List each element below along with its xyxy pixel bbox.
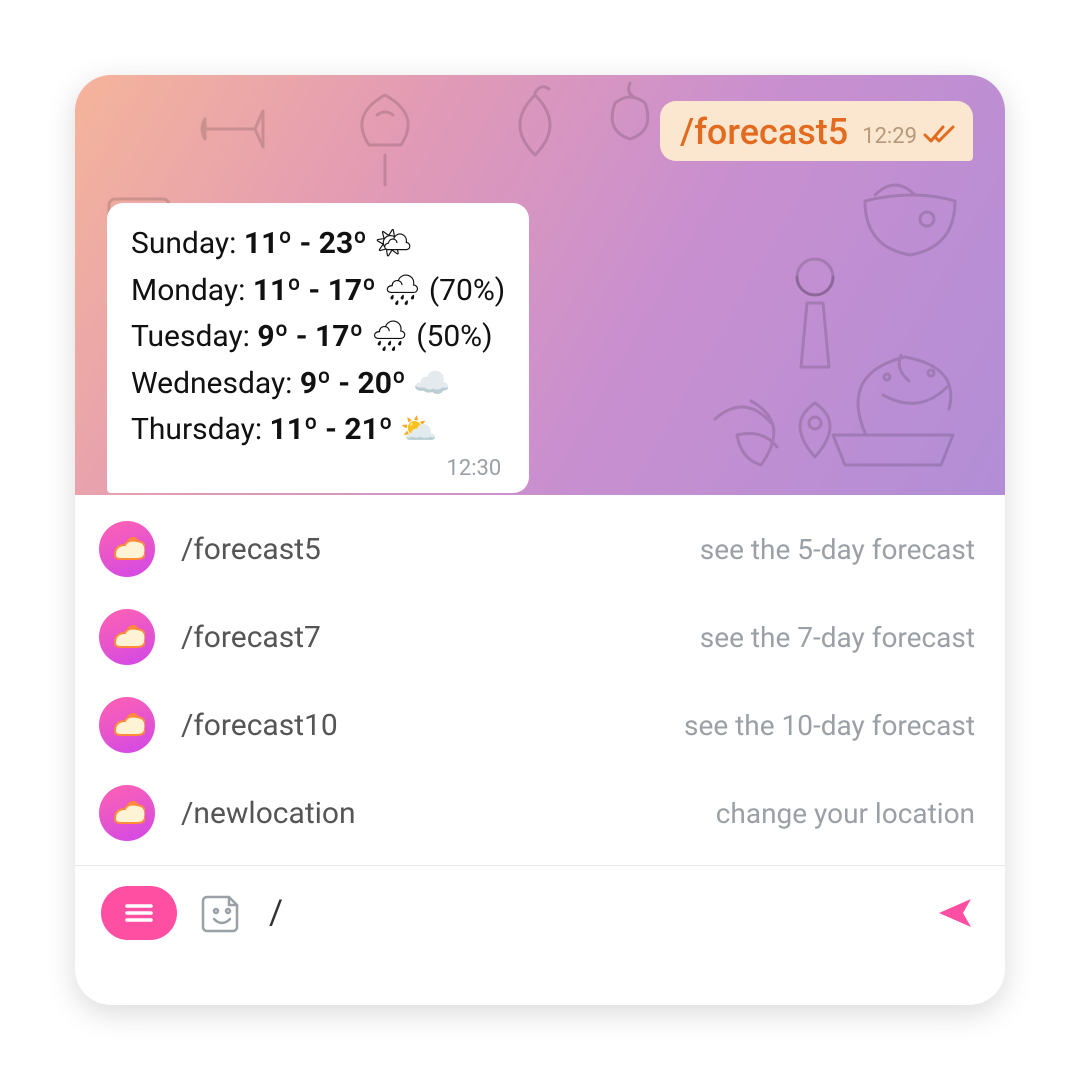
outgoing-time: 12:29 [862, 124, 917, 149]
message-input[interactable]: / [265, 893, 911, 933]
command-suggestions: /forecast5 see the 5-day forecast /forec… [75, 495, 1005, 866]
command-item-forecast10[interactable]: /forecast10 see the 10-day forecast [75, 681, 1005, 769]
bot-avatar-icon [99, 609, 155, 665]
bot-menu-button[interactable] [101, 886, 177, 940]
command-item-newlocation[interactable]: /newlocation change your location [75, 769, 1005, 857]
command-item-forecast7[interactable]: /forecast7 see the 7-day forecast [75, 593, 1005, 681]
command-label: /newlocation [181, 796, 356, 831]
command-label: /forecast7 [181, 620, 321, 655]
command-desc: see the 10-day forecast [684, 709, 975, 742]
incoming-time: 12:30 [131, 456, 505, 481]
forecast-text: Sunday: 11º - 23º 🌤 Monday: 11º - 17º 🌧 … [131, 221, 505, 454]
messages-area: /forecast5 12:29 Sunday: 11º - 23º 🌤 Mon… [75, 75, 1005, 495]
outgoing-message[interactable]: /forecast5 12:29 [660, 101, 973, 161]
bot-avatar-icon [99, 697, 155, 753]
command-label: /forecast10 [181, 708, 338, 743]
bot-avatar-icon [99, 521, 155, 577]
command-label: /forecast5 [181, 532, 321, 567]
command-desc: see the 5-day forecast [700, 533, 975, 566]
sticker-icon[interactable] [197, 889, 245, 937]
input-bar: / [75, 866, 1005, 960]
command-desc: see the 7-day forecast [700, 621, 975, 654]
incoming-message[interactable]: Sunday: 11º - 23º 🌤 Monday: 11º - 17º 🌧 … [107, 203, 529, 493]
send-icon[interactable] [931, 889, 979, 937]
command-desc: change your location [716, 797, 975, 830]
outgoing-text: /forecast5 [680, 111, 848, 153]
command-item-forecast5[interactable]: /forecast5 see the 5-day forecast [75, 505, 1005, 593]
chat-window: /forecast5 12:29 Sunday: 11º - 23º 🌤 Mon… [75, 75, 1005, 1005]
double-check-icon [923, 123, 955, 149]
bot-avatar-icon [99, 785, 155, 841]
